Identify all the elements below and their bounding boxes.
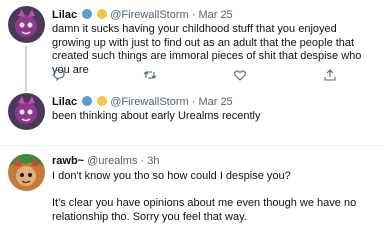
avatar[interactable] [8, 154, 45, 191]
thread-line [25, 46, 27, 88]
retweet-icon[interactable] [143, 68, 157, 82]
yellow-heart-icon [97, 96, 108, 106]
tweet-3[interactable]: rawb~ @urealms · 3h I don't know you tho… [0, 146, 384, 249]
blue-heart-icon [82, 96, 93, 106]
tweet-text: been thinking about early Urealms recent… [52, 110, 261, 122]
handle-date[interactable]: @urealms · 3h [87, 155, 159, 167]
tweet-header: rawb~ @urealms · 3h [52, 155, 159, 167]
tweet-1[interactable]: Lilac @FirewallStorm · Mar 25 damn it su… [0, 0, 384, 88]
like-icon[interactable] [233, 68, 247, 82]
avatar[interactable] [8, 93, 45, 130]
display-name[interactable]: Lilac [52, 9, 77, 21]
share-icon[interactable] [323, 68, 337, 82]
blue-heart-icon [82, 9, 93, 19]
handle-date[interactable]: @FirewallStorm · Mar 25 [110, 96, 232, 108]
reply-icon[interactable] [52, 68, 66, 82]
tweet-2[interactable]: Lilac @FirewallStorm · Mar 25 been think… [0, 88, 384, 145]
display-name[interactable]: rawb~ [52, 155, 84, 167]
tweet-header: Lilac @FirewallStorm · Mar 25 [52, 9, 233, 21]
yellow-heart-icon [97, 9, 108, 19]
tweet-header: Lilac @FirewallStorm · Mar 25 [52, 96, 233, 108]
tweet-text: I don't know you tho so how could I desp… [52, 170, 357, 223]
avatar[interactable] [8, 6, 45, 43]
handle-date[interactable]: @FirewallStorm · Mar 25 [110, 9, 232, 21]
tweet-actions [52, 68, 352, 82]
thread-line [25, 88, 27, 92]
display-name[interactable]: Lilac [52, 96, 77, 108]
